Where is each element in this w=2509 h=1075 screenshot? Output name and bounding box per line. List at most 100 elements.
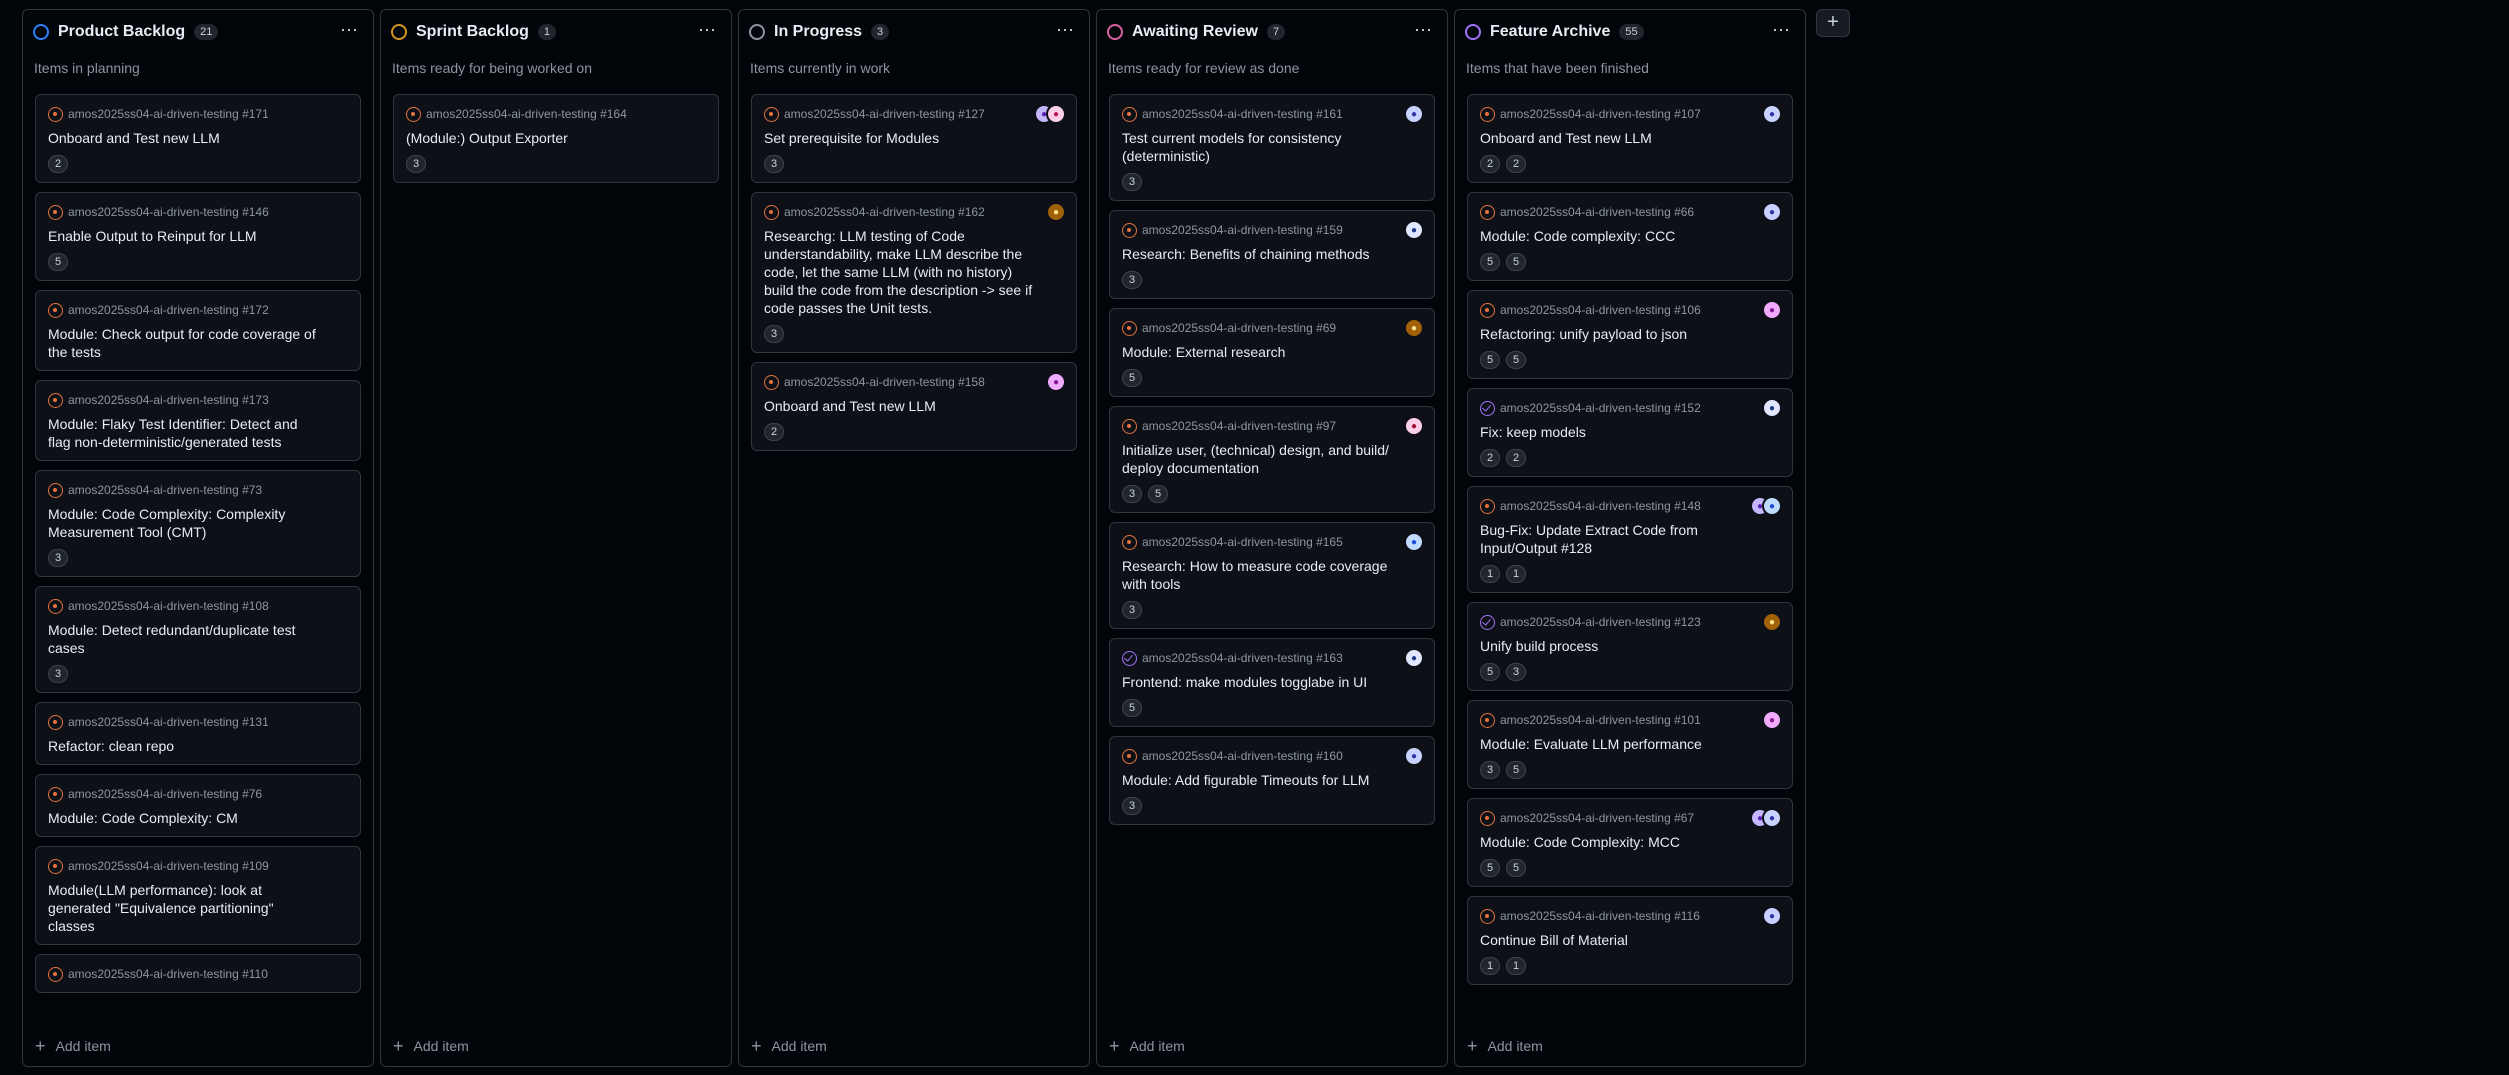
issue-card[interactable]: amos2025ss04-ai-driven-testing #173 Modul… [35, 380, 361, 461]
issue-title[interactable]: Set prerequisite for Modules [764, 129, 1064, 147]
issue-reference[interactable]: amos2025ss04-ai-driven-testing #107 [1500, 107, 1701, 121]
issue-title[interactable]: Fix: keep models [1480, 423, 1780, 441]
issue-title[interactable]: Enable Output to Reinput for LLM [48, 227, 348, 245]
assignee-avatar-icon[interactable]: ● [1404, 746, 1424, 766]
issue-card[interactable]: amos2025ss04-ai-driven-testing #131 Refac… [35, 702, 361, 765]
issue-title[interactable]: Initialize user, (technical) design, and… [1122, 441, 1422, 477]
issue-reference[interactable]: amos2025ss04-ai-driven-testing #73 [68, 483, 262, 497]
add-item-button[interactable]: + Add item [1455, 1031, 1805, 1061]
issue-reference[interactable]: amos2025ss04-ai-driven-testing #165 [1142, 535, 1343, 549]
add-item-button[interactable]: + Add item [739, 1031, 1089, 1061]
issue-reference[interactable]: amos2025ss04-ai-driven-testing #109 [68, 859, 269, 873]
issue-reference[interactable]: amos2025ss04-ai-driven-testing #131 [68, 715, 269, 729]
issue-card[interactable]: amos2025ss04-ai-driven-testing #146 Enabl… [35, 192, 361, 281]
assignee-avatar-icon[interactable]: ● [1046, 104, 1066, 124]
issue-card[interactable]: amos2025ss04-ai-driven-testing #127 Set p… [751, 94, 1077, 183]
assignee-avatar-icon[interactable]: ● [1762, 612, 1782, 632]
issue-reference[interactable]: amos2025ss04-ai-driven-testing #146 [68, 205, 269, 219]
issue-reference[interactable]: amos2025ss04-ai-driven-testing #97 [1142, 419, 1336, 433]
add-item-button[interactable]: + Add item [1097, 1031, 1447, 1061]
issue-card[interactable]: amos2025ss04-ai-driven-testing #152 Fix: … [1467, 388, 1793, 477]
issue-title[interactable]: Module: Flaky Test Identifier: Detect an… [48, 415, 348, 451]
assignee-avatar-icon[interactable]: ● [1762, 710, 1782, 730]
assignee-avatar-icon[interactable]: ● [1762, 202, 1782, 222]
issue-title[interactable]: Frontend: make modules togglabe in UI [1122, 673, 1422, 691]
issue-card[interactable]: amos2025ss04-ai-driven-testing #66 Module… [1467, 192, 1793, 281]
issue-reference[interactable]: amos2025ss04-ai-driven-testing #160 [1142, 749, 1343, 763]
issue-title[interactable]: Bug-Fix: Update Extract Code from Input/… [1480, 521, 1780, 557]
issue-reference[interactable]: amos2025ss04-ai-driven-testing #173 [68, 393, 269, 407]
add-column-button[interactable]: + [1816, 9, 1850, 37]
issue-title[interactable]: Module: Check output for code coverage o… [48, 325, 348, 361]
issue-title[interactable]: Researchg: LLM testing of Code understan… [764, 227, 1064, 317]
issue-card[interactable]: amos2025ss04-ai-driven-testing #109 Modul… [35, 846, 361, 945]
issue-card[interactable]: amos2025ss04-ai-driven-testing #107 Onboa… [1467, 94, 1793, 183]
issue-title[interactable]: Module: Code Complexity: CM [48, 809, 348, 827]
issue-title[interactable]: (Module:) Output Exporter [406, 129, 706, 147]
issue-title[interactable]: Research: Benefits of chaining methods [1122, 245, 1422, 263]
issue-card[interactable]: amos2025ss04-ai-driven-testing #67 Module… [1467, 798, 1793, 887]
issue-reference[interactable]: amos2025ss04-ai-driven-testing #152 [1500, 401, 1701, 415]
issue-card[interactable]: amos2025ss04-ai-driven-testing #158 Onboa… [751, 362, 1077, 451]
issue-card[interactable]: amos2025ss04-ai-driven-testing #162 Resea… [751, 192, 1077, 353]
issue-title[interactable]: Module: Code Complexity: MCC [1480, 833, 1780, 851]
issue-reference[interactable]: amos2025ss04-ai-driven-testing #110 [68, 967, 268, 981]
issue-card[interactable]: amos2025ss04-ai-driven-testing #159 Resea… [1109, 210, 1435, 299]
assignee-avatar-icon[interactable]: ● [1404, 318, 1424, 338]
issue-reference[interactable]: amos2025ss04-ai-driven-testing #127 [784, 107, 985, 121]
assignee-avatar-icon[interactable]: ● [1762, 906, 1782, 926]
issue-title[interactable]: Module: Add figurable Timeouts for LLM [1122, 771, 1422, 789]
issue-reference[interactable]: amos2025ss04-ai-driven-testing #171 [68, 107, 269, 121]
issue-title[interactable]: Module: Detect redundant/duplicate test … [48, 621, 348, 657]
assignee-avatar-icon[interactable]: ● [1762, 808, 1782, 828]
issue-card[interactable]: amos2025ss04-ai-driven-testing #165 Resea… [1109, 522, 1435, 629]
issue-reference[interactable]: amos2025ss04-ai-driven-testing #172 [68, 303, 269, 317]
assignee-avatar-icon[interactable]: ● [1762, 300, 1782, 320]
issue-title[interactable]: Module: Code complexity: CCC [1480, 227, 1780, 245]
issue-reference[interactable]: amos2025ss04-ai-driven-testing #123 [1500, 615, 1701, 629]
issue-card[interactable]: amos2025ss04-ai-driven-testing #69 Module… [1109, 308, 1435, 397]
issue-card[interactable]: amos2025ss04-ai-driven-testing #171 Onboa… [35, 94, 361, 183]
issue-reference[interactable]: amos2025ss04-ai-driven-testing #66 [1500, 205, 1694, 219]
assignee-avatar-icon[interactable]: ● [1404, 220, 1424, 240]
issue-card[interactable]: amos2025ss04-ai-driven-testing #161 Test … [1109, 94, 1435, 201]
column-menu-icon[interactable]: ⋯ [1056, 20, 1075, 41]
issue-title[interactable]: Onboard and Test new LLM [1480, 129, 1780, 147]
issue-card[interactable]: amos2025ss04-ai-driven-testing #123 Unify… [1467, 602, 1793, 691]
issue-card[interactable]: amos2025ss04-ai-driven-testing #148 Bug-F… [1467, 486, 1793, 593]
issue-reference[interactable]: amos2025ss04-ai-driven-testing #158 [784, 375, 985, 389]
issue-reference[interactable]: amos2025ss04-ai-driven-testing #67 [1500, 811, 1694, 825]
issue-title[interactable]: Refactor: clean repo [48, 737, 348, 755]
assignee-avatar-icon[interactable]: ● [1762, 104, 1782, 124]
issue-reference[interactable]: amos2025ss04-ai-driven-testing #161 [1142, 107, 1343, 121]
issue-title[interactable]: Onboard and Test new LLM [48, 129, 348, 147]
assignee-avatar-icon[interactable]: ● [1404, 104, 1424, 124]
issue-reference[interactable]: amos2025ss04-ai-driven-testing #148 [1500, 499, 1701, 513]
issue-card[interactable]: amos2025ss04-ai-driven-testing #106 Refac… [1467, 290, 1793, 379]
issue-reference[interactable]: amos2025ss04-ai-driven-testing #108 [68, 599, 269, 613]
issue-reference[interactable]: amos2025ss04-ai-driven-testing #101 [1500, 713, 1701, 727]
issue-card[interactable]: amos2025ss04-ai-driven-testing #160 Modul… [1109, 736, 1435, 825]
issue-title[interactable]: Module(LLM performance): look at generat… [48, 881, 348, 935]
assignee-avatar-icon[interactable]: ● [1404, 648, 1424, 668]
issue-title[interactable]: Continue Bill of Material [1480, 931, 1780, 949]
issue-reference[interactable]: amos2025ss04-ai-driven-testing #159 [1142, 223, 1343, 237]
issue-title[interactable]: Test current models for consistency (det… [1122, 129, 1422, 165]
issue-card[interactable]: amos2025ss04-ai-driven-testing #110 [35, 954, 361, 993]
issue-title[interactable]: Module: Evaluate LLM performance [1480, 735, 1780, 753]
assignee-avatar-icon[interactable]: ● [1762, 398, 1782, 418]
issue-card[interactable]: amos2025ss04-ai-driven-testing #76 Module… [35, 774, 361, 837]
column-menu-icon[interactable]: ⋯ [1772, 20, 1791, 41]
assignee-avatar-icon[interactable]: ● [1404, 416, 1424, 436]
column-menu-icon[interactable]: ⋯ [698, 20, 717, 41]
add-item-button[interactable]: + Add item [23, 1031, 373, 1061]
issue-title[interactable]: Refactoring: unify payload to json [1480, 325, 1780, 343]
issue-card[interactable]: amos2025ss04-ai-driven-testing #101 Modul… [1467, 700, 1793, 789]
issue-title[interactable]: Unify build process [1480, 637, 1780, 655]
add-item-button[interactable]: + Add item [381, 1031, 731, 1061]
assignee-avatar-icon[interactable]: ● [1762, 496, 1782, 516]
issue-reference[interactable]: amos2025ss04-ai-driven-testing #69 [1142, 321, 1336, 335]
issue-card[interactable]: amos2025ss04-ai-driven-testing #164 (Modu… [393, 94, 719, 183]
issue-reference[interactable]: amos2025ss04-ai-driven-testing #163 [1142, 651, 1343, 665]
issue-title[interactable]: Module: External research [1122, 343, 1422, 361]
